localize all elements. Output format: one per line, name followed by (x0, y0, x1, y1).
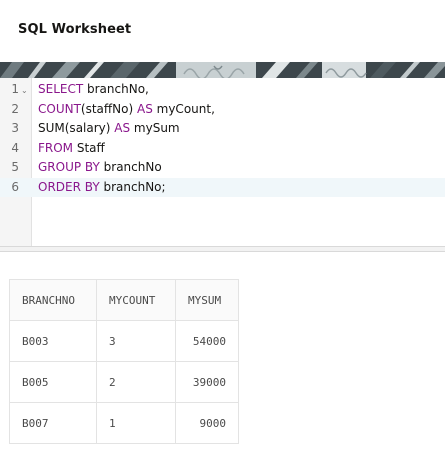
results-table: BRANCHNO MYCOUNT MYSUM B003 3 54000 B005… (9, 279, 239, 444)
sql-text: Staff (73, 140, 105, 155)
sql-text: branchNo (99, 160, 162, 174)
line-number: 2 (11, 101, 19, 116)
code-text: ORDER BY branchNo; (38, 178, 166, 198)
line-number: 3 (11, 121, 19, 135)
cell-branchno: B005 (9, 361, 97, 403)
cell-mysum: 54000 (175, 320, 239, 362)
code-line[interactable]: 1 ⌄ SELECT branchNo, (0, 80, 445, 100)
cell-mycount: 3 (96, 320, 176, 362)
line-number: 1 (11, 82, 19, 96)
sql-text: (staffNo) (80, 101, 137, 116)
sql-keyword: ORDER BY (38, 179, 100, 194)
sql-keyword: AS (137, 101, 153, 116)
cell-mycount: 1 (96, 402, 176, 444)
sql-keyword: FROM (38, 140, 74, 155)
banner-pattern (0, 62, 445, 78)
sql-keyword: COUNT (38, 101, 81, 116)
sql-keyword: SELECT (38, 82, 84, 96)
sql-editor[interactable]: 1 ⌄ SELECT branchNo, 2 COUNT(staffNo) AS myC… (0, 78, 445, 246)
code-text: COUNT(staffNo) AS myCount, (38, 100, 215, 120)
code-line[interactable]: 6 ORDER BY branchNo; (0, 177, 445, 198)
code-text: GROUP BY branchNo (38, 158, 162, 178)
line-number: 6 (11, 179, 19, 194)
results-header-row: BRANCHNO MYCOUNT MYSUM (9, 279, 239, 321)
worksheet-header: SQL Worksheet (0, 0, 445, 63)
table-row: B007 1 9000 (9, 402, 239, 444)
code-text: FROM Staff (38, 139, 105, 159)
sql-text: branchNo, (83, 82, 149, 96)
code-line[interactable]: 2 COUNT(staffNo) AS myCount, (0, 100, 445, 120)
chevron-down-icon[interactable]: ⌄ (21, 81, 28, 101)
column-header-mycount[interactable]: MYCOUNT (96, 279, 176, 321)
decorative-banner (0, 62, 445, 78)
table-row: B005 2 39000 (9, 361, 239, 403)
code-line[interactable]: 5 GROUP BY branchNo (0, 158, 445, 178)
sql-text: SUM(salary) (38, 121, 115, 135)
table-row: B003 3 54000 (9, 320, 239, 362)
cell-mycount: 2 (96, 361, 176, 403)
sql-text: mySum (130, 121, 180, 135)
cell-mysum: 39000 (175, 361, 239, 403)
cell-branchno: B003 (9, 320, 97, 362)
line-number: 5 (11, 160, 19, 174)
pane-splitter[interactable] (0, 246, 445, 252)
sql-text: myCount, (152, 101, 215, 116)
sql-keyword: GROUP BY (38, 160, 100, 174)
cell-branchno: B007 (9, 402, 97, 444)
line-number: 4 (11, 140, 19, 155)
code-line[interactable]: 3 SUM(salary) AS mySum (0, 119, 445, 139)
code-text: SUM(salary) AS mySum (38, 119, 180, 139)
column-header-branchno[interactable]: BRANCHNO (9, 279, 97, 321)
sql-keyword: AS (114, 121, 131, 135)
sql-text: branchNo; (99, 179, 166, 194)
page-title: SQL Worksheet (18, 22, 132, 37)
code-line[interactable]: 4 FROM Staff (0, 139, 445, 159)
code-text: SELECT branchNo, (38, 80, 149, 100)
column-header-mysum[interactable]: MYSUM (175, 279, 239, 321)
cell-mysum: 9000 (175, 402, 239, 444)
